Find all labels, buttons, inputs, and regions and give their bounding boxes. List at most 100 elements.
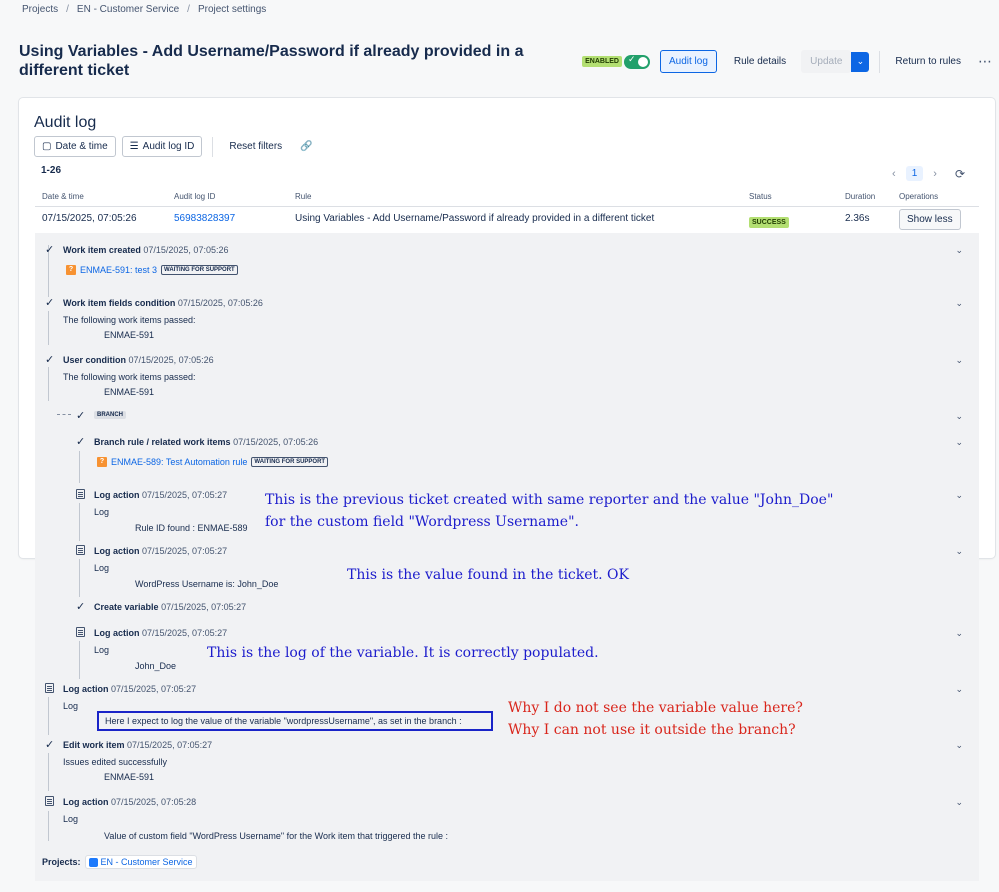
audit-log-button[interactable]: Audit log xyxy=(659,50,717,73)
chevron-down-icon[interactable]: ⌄ xyxy=(955,411,963,422)
entry-text: Rule ID found : ENMAE-589 xyxy=(135,523,248,533)
entry-timestamp: 07/15/2025, 07:05:27 xyxy=(161,602,247,612)
entry-title: Log action xyxy=(63,797,109,807)
refresh-icon[interactable]: ⟳ xyxy=(955,167,965,181)
project-link[interactable]: EN - Customer Service xyxy=(101,857,193,867)
annotation-line: This is the previous ticket created with… xyxy=(265,492,834,508)
result-count: 1-26 xyxy=(41,165,62,176)
entry-timestamp: 07/15/2025, 07:05:28 xyxy=(111,797,197,807)
update-dropdown-button[interactable]: ⌄ xyxy=(851,51,870,72)
more-icon[interactable]: ⋯ xyxy=(978,53,993,70)
chevron-down-icon[interactable]: ⌄ xyxy=(955,797,963,808)
entry-title: Log action xyxy=(63,684,109,694)
chevron-down-icon[interactable]: ⌄ xyxy=(955,437,963,448)
entry-timestamp: 07/15/2025, 07:05:27 xyxy=(111,684,197,694)
entry-timestamp: 07/15/2025, 07:05:26 xyxy=(233,437,319,447)
reset-filters-button[interactable]: Reset filters xyxy=(223,137,288,156)
rule-enabled-toggle[interactable]: ✓ xyxy=(623,53,650,69)
table-row: 07/15/2025, 07:05:26 56983828397 Using V… xyxy=(42,209,982,231)
entry-text: The following work items passed: xyxy=(63,315,196,325)
guide-line xyxy=(79,451,80,483)
entry-head: Branch rule / related work items 07/15/2… xyxy=(94,437,318,447)
panel-title: Audit log xyxy=(34,114,97,131)
rule-details-button[interactable]: Rule details xyxy=(725,50,795,73)
chevron-down-icon[interactable]: ⌄ xyxy=(955,546,963,557)
work-item: ? ENMAE-591: test 3 WAITING FOR SUPPORT xyxy=(66,265,238,275)
show-less-button[interactable]: Show less xyxy=(899,209,961,230)
page-title: Using Variables - Add Username/Password … xyxy=(19,43,524,79)
entry-title: Work item fields condition xyxy=(63,298,176,308)
entry-head: Log action 07/15/2025, 07:05:27 xyxy=(94,546,227,556)
check-icon: ✓ xyxy=(627,53,636,64)
chevron-left-icon[interactable]: ‹ xyxy=(892,168,896,180)
breadcrumb-project[interactable]: EN - Customer Service xyxy=(77,4,179,15)
header-actions: ENABLED ✓ Audit log Rule details Update … xyxy=(582,50,993,73)
guide-line xyxy=(48,697,49,735)
chevron-down-icon[interactable]: ⌄ xyxy=(955,684,963,695)
entry-title: Work item created xyxy=(63,245,141,255)
log-icon xyxy=(76,489,85,499)
entry-text: ENMAE-591 xyxy=(104,330,155,340)
entry-title: Log action xyxy=(94,546,140,556)
entry-timestamp: 07/15/2025, 07:05:27 xyxy=(127,740,213,750)
toggle-knob xyxy=(637,56,648,67)
annotation-line: for the custom field "Wordpress Username… xyxy=(265,514,579,530)
entry-text: WordPress Username is: John_Doe xyxy=(135,579,279,589)
audit-log-id-filter[interactable]: ☰ Audit log ID xyxy=(121,136,203,157)
breadcrumb-projects[interactable]: Projects xyxy=(22,4,58,15)
entry-title: Log action xyxy=(94,490,140,500)
filter-label: Date & time xyxy=(55,141,108,152)
page-current[interactable]: 1 xyxy=(905,166,924,181)
entry-timestamp: 07/15/2025, 07:05:27 xyxy=(142,546,228,556)
entry-text: ENMAE-591 xyxy=(104,772,155,782)
project-icon xyxy=(88,857,98,867)
work-item-link[interactable]: ENMAE-591: test 3 xyxy=(80,265,157,275)
chevron-down-icon[interactable]: ⌄ xyxy=(955,298,963,309)
status-badge: SUCCESS xyxy=(749,217,789,228)
entry-head: Edit work item 07/15/2025, 07:05:27 xyxy=(63,740,212,750)
update-button[interactable]: Update xyxy=(801,50,852,73)
projects-row: Projects: EN - Customer Service xyxy=(42,855,197,869)
entry-head: Log action 07/15/2025, 07:05:27 xyxy=(94,628,227,638)
enabled-badge: ENABLED xyxy=(582,56,622,67)
guide-line xyxy=(79,559,80,597)
entry-timestamp: 07/15/2025, 07:05:26 xyxy=(143,245,229,255)
col-header: Operations xyxy=(899,192,939,201)
detail-content: ✓ Work item created 07/15/2025, 07:05:26… xyxy=(35,233,979,881)
chevron-right-icon[interactable]: › xyxy=(933,168,937,180)
branch-badge: BRANCH xyxy=(94,411,126,419)
question-icon: ? xyxy=(66,265,76,275)
project-badge[interactable]: EN - Customer Service xyxy=(84,855,197,869)
work-item-link[interactable]: ENMAE-589: Test Automation rule xyxy=(111,457,247,467)
entry-head: Work item fields condition 07/15/2025, 0… xyxy=(63,298,263,308)
entry-text: The following work items passed: xyxy=(63,372,196,382)
table-header: Date & time Audit log ID Rule Status Dur… xyxy=(42,192,982,206)
return-to-rules-button[interactable]: Return to rules xyxy=(886,50,970,73)
log-icon xyxy=(45,683,54,693)
list-icon: ☰ xyxy=(129,141,139,152)
date-time-filter[interactable]: ▢ Date & time xyxy=(34,136,116,157)
breadcrumb-settings[interactable]: Project settings xyxy=(198,4,266,15)
chevron-down-icon[interactable]: ⌄ xyxy=(955,628,963,639)
entry-head: Create variable 07/15/2025, 07:05:27 xyxy=(94,602,246,612)
entry-title: Branch rule / related work items xyxy=(94,437,231,447)
status-badge: WAITING FOR SUPPORT xyxy=(161,265,238,275)
row-duration: 2.36s xyxy=(845,213,870,224)
chevron-down-icon[interactable]: ⌄ xyxy=(955,245,963,256)
guide-line xyxy=(48,753,49,791)
chevron-down-icon[interactable]: ⌄ xyxy=(955,490,963,501)
chevron-down-icon[interactable]: ⌄ xyxy=(955,355,963,366)
chevron-down-icon[interactable]: ⌄ xyxy=(955,740,963,751)
guide-line xyxy=(48,311,49,345)
highlighted-log-message: Here I expect to log the value of the va… xyxy=(97,711,493,731)
divider xyxy=(212,136,214,157)
row-audit-id-link[interactable]: 56983828397 xyxy=(174,213,235,224)
col-header: Duration xyxy=(845,192,876,201)
log-icon xyxy=(45,796,54,806)
entry-text: ENMAE-591 xyxy=(104,387,155,397)
entry-head: Log action 07/15/2025, 07:05:28 xyxy=(63,797,196,807)
entry-text: Issues edited successfully xyxy=(63,757,168,767)
log-icon xyxy=(76,627,85,637)
link-icon[interactable]: 🔗 xyxy=(294,137,318,156)
annotation-question: Why I do not see the variable value here… xyxy=(508,697,803,741)
